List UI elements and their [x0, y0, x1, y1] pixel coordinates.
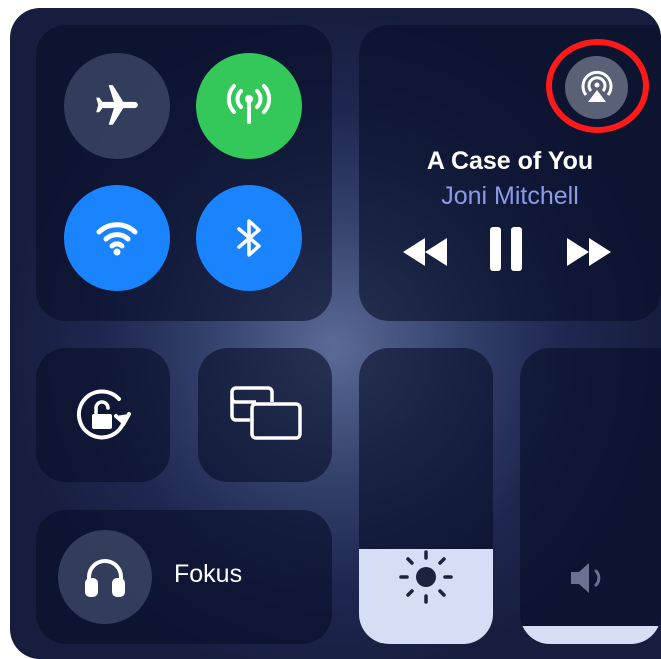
- artist-name: Joni Mitchell: [441, 182, 579, 210]
- bluetooth-button[interactable]: [196, 185, 302, 291]
- wifi-button[interactable]: [64, 185, 170, 291]
- cellular-antenna-icon: [226, 84, 272, 124]
- connectivity-panel: [36, 25, 332, 321]
- focus-button[interactable]: Fokus: [36, 510, 332, 644]
- pause-icon[interactable]: [489, 226, 523, 272]
- song-title: A Case of You: [426, 147, 594, 175]
- airplay-highlight-circle: [546, 39, 649, 133]
- bluetooth-icon: [237, 219, 261, 257]
- focus-label: Fokus: [174, 560, 243, 588]
- volume-level-fill: [520, 626, 661, 644]
- focus-icon-circle: [58, 530, 152, 624]
- wifi-icon: [96, 222, 138, 256]
- screen-mirroring-button[interactable]: [198, 348, 332, 482]
- fast-forward-icon[interactable]: [565, 237, 613, 267]
- airplane-icon: [96, 85, 138, 125]
- volume-slider[interactable]: [520, 348, 661, 644]
- screen-mirroring-icon: [230, 386, 302, 440]
- orientation-lock-button[interactable]: [36, 348, 170, 482]
- orientation-lock-icon: [76, 389, 131, 440]
- rewind-icon[interactable]: [401, 237, 449, 267]
- brightness-slider[interactable]: [359, 348, 493, 644]
- speaker-icon: [571, 563, 601, 593]
- sun-icon: [399, 550, 453, 604]
- headphones-icon: [85, 559, 125, 597]
- cellular-data-button[interactable]: [196, 53, 302, 159]
- airplane-mode-button[interactable]: [64, 53, 170, 159]
